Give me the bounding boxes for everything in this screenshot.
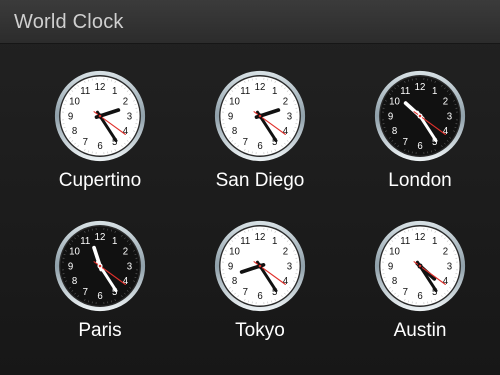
hour-numeral: 10 (69, 247, 80, 258)
hour-numeral: 11 (240, 86, 250, 97)
clock-paris[interactable]: 12 1 2 3 4 5 6 7 8 9 10 11 Paris (20, 220, 180, 370)
hour-numeral: 10 (229, 247, 240, 258)
hour-numeral: 8 (232, 126, 237, 137)
hour-numeral: 7 (243, 137, 248, 148)
hour-numeral: 4 (123, 276, 129, 287)
widget-title: World Clock (14, 11, 124, 33)
hour-numeral: 12 (415, 232, 426, 243)
hour-numeral: 1 (432, 236, 437, 247)
hour-numeral: 6 (257, 141, 262, 152)
hour-numeral: 6 (257, 291, 262, 302)
hour-numeral: 11 (80, 236, 90, 247)
hour-numeral: 10 (69, 97, 80, 108)
hour-numeral: 7 (83, 137, 88, 148)
hour-numeral: 3 (127, 261, 132, 272)
hour-numeral: 12 (415, 82, 426, 93)
hour-numeral: 8 (392, 276, 397, 287)
center-pin (418, 114, 422, 118)
hour-numeral: 10 (389, 247, 400, 258)
hour-numeral: 1 (112, 86, 117, 97)
hour-numeral: 9 (228, 261, 233, 272)
hour-numeral: 3 (127, 111, 132, 122)
clock-face: 12 1234567891011 (54, 70, 146, 162)
hour-numeral: 2 (443, 97, 448, 108)
hour-numeral: 7 (403, 287, 408, 298)
clock-face: 12 1234567891011 (214, 70, 306, 162)
hour-numeral: 4 (443, 126, 449, 137)
clock-face: 12 1234567891011 (374, 70, 466, 162)
clock-face: 12 1234567891011 (54, 220, 146, 312)
hour-numeral: 9 (228, 111, 233, 122)
hour-numeral: 1 (272, 236, 277, 247)
hour-numeral: 7 (83, 287, 88, 298)
hour-numeral: 4 (283, 276, 289, 287)
clock-cupertino[interactable]: 12 1 2 3 4 5 6 7 8 9 10 11 Cupertino (20, 70, 180, 220)
title-bar: World Clock (0, 0, 500, 44)
hour-numeral: 3 (447, 111, 452, 122)
hour-numeral: 9 (68, 261, 73, 272)
hour-numeral: 6 (97, 291, 102, 302)
center-pin (418, 264, 422, 268)
city-label: London (388, 170, 452, 191)
hour-numeral: 3 (287, 111, 292, 122)
hour-numeral: 9 (68, 111, 73, 122)
hour-numeral: 2 (123, 247, 128, 258)
hour-numeral: 10 (389, 97, 400, 108)
hour-numeral: 4 (283, 126, 289, 137)
hour-numeral: 1 (432, 86, 437, 97)
hour-numeral: 11 (80, 86, 90, 97)
hour-numeral: 12 (95, 82, 106, 93)
hour-numeral: 1 (272, 86, 277, 97)
hour-numeral: 4 (123, 126, 129, 137)
hour-numeral: 6 (97, 141, 102, 152)
hour-numeral: 2 (443, 247, 448, 258)
clock-austin[interactable]: 12 1 2 3 4 5 6 7 8 9 10 11 Austin (340, 220, 500, 370)
hour-numeral: 10 (229, 97, 240, 108)
hour-numeral: 6 (417, 291, 422, 302)
hour-numeral: 6 (417, 141, 422, 152)
center-pin (258, 264, 262, 268)
hour-numeral: 11 (240, 236, 250, 247)
hour-numeral: 8 (72, 126, 77, 137)
hour-numeral: 4 (443, 276, 449, 287)
hour-numeral: 8 (232, 276, 237, 287)
center-pin (98, 114, 102, 118)
hour-numeral: 8 (72, 276, 77, 287)
hour-numeral: 12 (255, 232, 266, 243)
city-label: Austin (393, 320, 447, 341)
clock-face: 12 1234567891011 (374, 220, 466, 312)
city-label: Paris (78, 320, 122, 341)
world-clock-widget: World Clock 12 1 2 3 4 5 6 7 8 9 10 11 Cupertino 12… (0, 0, 500, 375)
center-pin (98, 264, 102, 268)
clock-face: 12 1234567891011 (214, 220, 306, 312)
city-label: Cupertino (58, 170, 142, 191)
clock-tokyo[interactable]: 12 1 2 3 4 5 6 7 8 9 10 11 Tokyo (180, 220, 340, 370)
hour-numeral: 12 (255, 82, 266, 93)
hour-numeral: 9 (388, 111, 393, 122)
center-pin (258, 114, 262, 118)
hour-numeral: 2 (283, 97, 288, 108)
hour-numeral: 11 (400, 86, 410, 97)
hour-numeral: 9 (388, 261, 393, 272)
hour-numeral: 1 (112, 236, 117, 247)
hour-numeral: 2 (283, 247, 288, 258)
hour-numeral: 2 (123, 97, 128, 108)
hour-numeral: 11 (400, 236, 410, 247)
city-label: San Diego (215, 170, 305, 191)
hour-numeral: 8 (392, 126, 397, 137)
clock-london[interactable]: 12 1 2 3 4 5 6 7 8 9 10 11 London (340, 70, 500, 220)
city-label: Tokyo (235, 320, 285, 341)
clock-san-diego[interactable]: 12 1 2 3 4 5 6 7 8 9 10 11 San Diego (180, 70, 340, 220)
hour-numeral: 7 (243, 287, 248, 298)
hour-numeral: 7 (403, 137, 408, 148)
hour-numeral: 3 (447, 261, 452, 272)
hour-numeral: 12 (95, 232, 106, 243)
hour-numeral: 3 (287, 261, 292, 272)
